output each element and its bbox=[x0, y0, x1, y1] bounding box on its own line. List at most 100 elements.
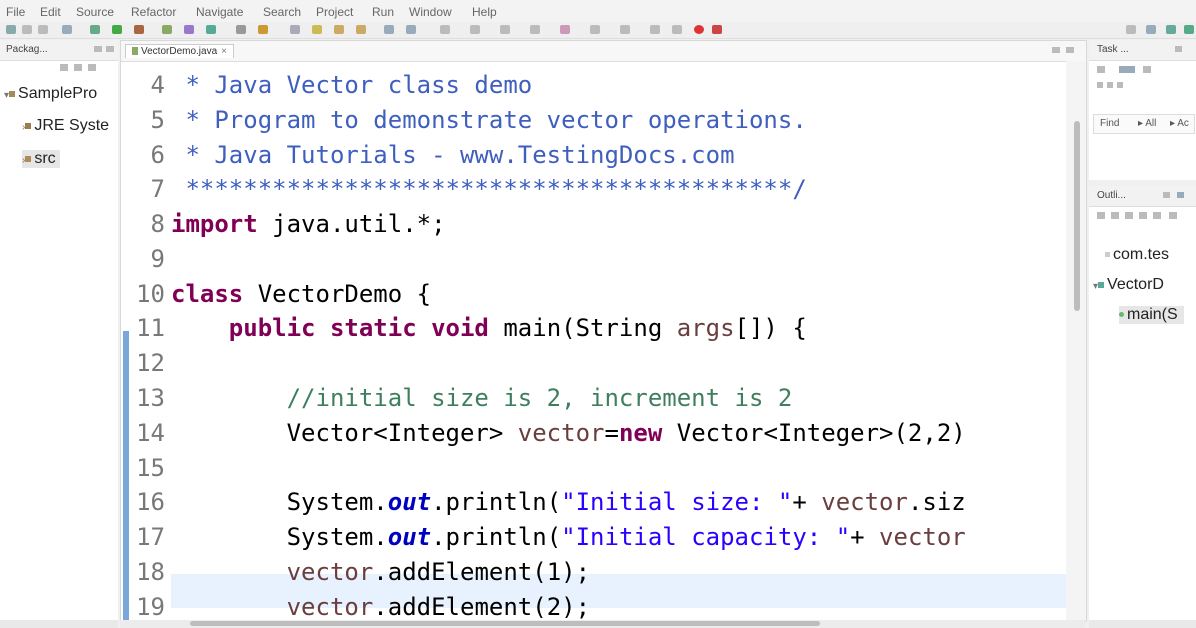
package-explorer-tab[interactable]: Packag... bbox=[6, 44, 48, 55]
tree-item-src[interactable]: › src bbox=[22, 150, 60, 168]
menu-window[interactable]: Window bbox=[409, 5, 452, 19]
outline-tab[interactable]: Outli... bbox=[1097, 190, 1126, 201]
task-list-tabbar: Task ... bbox=[1089, 40, 1196, 61]
save-icon[interactable] bbox=[22, 25, 32, 34]
line-number: 9 bbox=[150, 245, 165, 273]
previous-annotation-icon[interactable] bbox=[356, 25, 366, 34]
terminate-icon[interactable] bbox=[712, 25, 722, 34]
hide-nonpublic-icon[interactable] bbox=[1139, 212, 1147, 219]
menu-edit[interactable]: Edit bbox=[40, 5, 61, 19]
menu-source[interactable]: Source bbox=[76, 5, 114, 19]
menu-help[interactable]: Help bbox=[472, 5, 497, 19]
code-text: main(String bbox=[488, 314, 677, 342]
code-area[interactable]: 4 5 6 7 8 9 10 11 12 13 14 15 16 17 18 1… bbox=[121, 61, 1066, 621]
outline-item-method[interactable]: main(S bbox=[1119, 306, 1184, 324]
toolbar-arrow3-icon[interactable] bbox=[650, 25, 660, 34]
hide-fields-icon[interactable] bbox=[1111, 212, 1119, 219]
link-editor-icon[interactable] bbox=[74, 64, 82, 71]
run-icon[interactable] bbox=[112, 25, 122, 34]
editor-vertical-scrollbar[interactable] bbox=[1066, 61, 1086, 621]
pin-editor-icon[interactable] bbox=[440, 25, 450, 34]
activate-filter[interactable]: ▸ Ac bbox=[1170, 118, 1189, 129]
sync-icon[interactable] bbox=[1117, 82, 1123, 88]
close-icon[interactable]: × bbox=[221, 46, 227, 57]
last-edit-icon[interactable] bbox=[560, 25, 570, 34]
quick-access-icon[interactable] bbox=[1126, 25, 1136, 34]
categorize-icon[interactable] bbox=[1119, 66, 1135, 73]
all-filter[interactable]: ▸ All bbox=[1138, 118, 1156, 129]
scrollbar-thumb[interactable] bbox=[190, 621, 820, 626]
line-number: 13 bbox=[136, 384, 165, 412]
next-annotation-icon[interactable] bbox=[334, 25, 344, 34]
minimize-icon[interactable] bbox=[1163, 192, 1170, 198]
stop-icon[interactable] bbox=[694, 25, 704, 34]
new-package-icon[interactable] bbox=[184, 25, 194, 34]
menu-search[interactable]: Search bbox=[263, 5, 301, 19]
maximize-icon[interactable] bbox=[106, 46, 114, 52]
collapse-icon[interactable] bbox=[1107, 82, 1113, 88]
perspective-icon[interactable] bbox=[1146, 25, 1156, 34]
save-all-icon[interactable] bbox=[38, 25, 48, 34]
code-line-16: System.out.println("Initial size: "+ vec… bbox=[171, 488, 966, 516]
toolbar-nav-icon[interactable] bbox=[500, 25, 510, 34]
task-list-toolbar bbox=[1097, 66, 1167, 74]
line-number: 14 bbox=[136, 419, 165, 447]
minimize-icon[interactable] bbox=[1052, 47, 1060, 53]
open-type-icon[interactable] bbox=[236, 25, 246, 34]
new-java-project-icon[interactable] bbox=[162, 25, 172, 34]
java-editor[interactable]: VectorDemo.java × 4 5 6 7 8 9 10 11 12 13… bbox=[120, 40, 1087, 622]
task-find-box[interactable]: Find ▸ All ▸ Ac bbox=[1093, 114, 1195, 134]
line-number: 7 bbox=[150, 175, 165, 203]
maximize-icon[interactable] bbox=[1066, 47, 1074, 53]
java-file-icon bbox=[132, 47, 138, 56]
sort-icon[interactable] bbox=[1097, 212, 1105, 219]
minimize-icon[interactable] bbox=[1175, 46, 1182, 52]
outline-item-class[interactable]: ▾ VectorD bbox=[1093, 276, 1164, 294]
toolbar-arrow2-icon[interactable] bbox=[620, 25, 630, 34]
editor-horizontal-scrollbar[interactable] bbox=[120, 620, 1085, 628]
new-class-icon[interactable] bbox=[206, 25, 216, 34]
tree-item-jre-library[interactable]: › JRE Syste bbox=[22, 117, 109, 135]
toolbar-more-icon[interactable] bbox=[470, 25, 480, 34]
external-tools-icon[interactable] bbox=[134, 25, 144, 34]
hide-static-icon[interactable] bbox=[1125, 212, 1133, 219]
forward-icon[interactable] bbox=[406, 25, 416, 34]
menu-navigate[interactable]: Navigate bbox=[196, 5, 243, 19]
outline-item-package[interactable]: com.tes bbox=[1105, 246, 1169, 264]
code-text: + bbox=[792, 488, 822, 516]
debug-icon[interactable] bbox=[90, 25, 100, 34]
new-task-icon[interactable] bbox=[1097, 66, 1105, 73]
package-explorer-tabbar: Packag... bbox=[0, 40, 118, 61]
line-number: 5 bbox=[150, 106, 165, 134]
new-icon[interactable] bbox=[6, 25, 16, 34]
tree-item-project[interactable]: ▾ SamplePro bbox=[4, 85, 97, 103]
task-list-tab[interactable]: Task ... bbox=[1097, 44, 1129, 55]
back-icon[interactable] bbox=[384, 25, 394, 34]
minimize-icon[interactable] bbox=[94, 46, 102, 52]
view-menu-icon[interactable] bbox=[1143, 66, 1151, 73]
filter-icon[interactable] bbox=[1097, 82, 1103, 88]
menu-run[interactable]: Run bbox=[372, 5, 394, 19]
maximize-icon[interactable] bbox=[1177, 192, 1184, 198]
toolbar-arrow-icon[interactable] bbox=[590, 25, 600, 34]
toolbar-nav2-icon[interactable] bbox=[530, 25, 540, 34]
hide-local-types-icon[interactable] bbox=[1153, 212, 1161, 219]
view-menu-icon[interactable] bbox=[1169, 212, 1177, 219]
collapse-all-icon[interactable] bbox=[60, 64, 68, 71]
editor-tab-vectordemo[interactable]: VectorDemo.java × bbox=[125, 44, 234, 58]
menu-project[interactable]: Project bbox=[316, 5, 353, 19]
debug-perspective-icon[interactable] bbox=[1184, 25, 1194, 34]
toggle-mark-icon[interactable] bbox=[290, 25, 300, 34]
search-icon[interactable] bbox=[258, 25, 268, 34]
scrollbar-thumb[interactable] bbox=[1074, 121, 1080, 311]
menu-refactor[interactable]: Refactor bbox=[131, 5, 176, 19]
menu-file[interactable]: File bbox=[6, 5, 25, 19]
find-input[interactable]: Find bbox=[1100, 118, 1119, 129]
view-menu-icon[interactable] bbox=[88, 64, 96, 71]
print-icon[interactable] bbox=[62, 25, 72, 34]
annotation-icon[interactable] bbox=[312, 25, 322, 34]
java-perspective-icon[interactable] bbox=[1166, 25, 1176, 34]
toolbar-arrow4-icon[interactable] bbox=[672, 25, 682, 34]
